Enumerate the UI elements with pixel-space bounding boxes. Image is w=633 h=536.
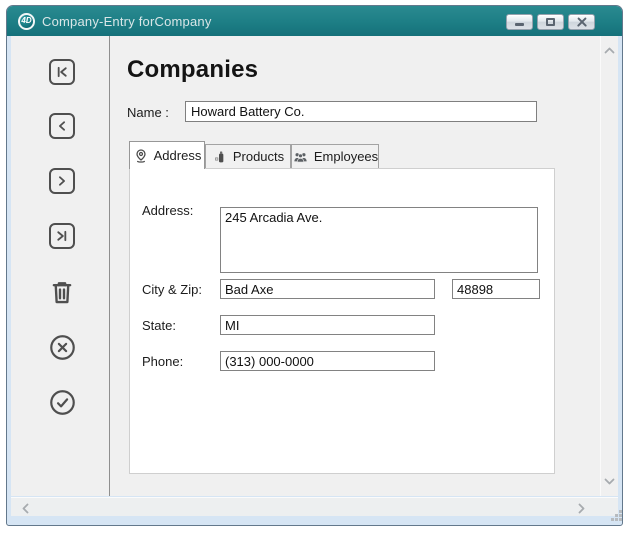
tab-employees-label: Employees <box>314 149 378 164</box>
cancel-cross-icon <box>48 333 77 362</box>
scroll-left-button[interactable] <box>21 502 30 517</box>
window-controls <box>506 14 595 30</box>
address-tab-panel: Address: 245 Arcadia Ave. City & Zip: St… <box>129 168 555 474</box>
close-icon <box>576 17 588 27</box>
city-input[interactable] <box>220 279 435 299</box>
city-zip-label: City & Zip: <box>142 282 202 297</box>
minimize-button[interactable] <box>506 14 533 30</box>
page-title: Companies <box>127 56 258 84</box>
zip-input[interactable] <box>452 279 540 299</box>
minimize-icon <box>515 23 524 26</box>
products-icon <box>212 149 228 165</box>
tab-address-label: Address <box>154 148 202 163</box>
chevron-up-icon <box>604 46 615 55</box>
accept-button[interactable] <box>47 387 77 417</box>
chevron-right-icon <box>577 503 586 514</box>
last-record-icon <box>52 226 72 246</box>
resize-grip[interactable] <box>611 510 614 513</box>
close-button[interactable] <box>568 14 595 30</box>
state-input[interactable] <box>220 315 435 335</box>
trash-icon <box>47 277 77 307</box>
name-input[interactable] <box>185 101 537 122</box>
tab-products[interactable]: Products <box>205 144 291 169</box>
next-record-icon <box>52 171 72 191</box>
delete-record-button[interactable] <box>46 276 78 308</box>
titlebar[interactable]: 4D Company-Entry forCompany <box>7 6 622 36</box>
app-window: 4D Company-Entry forCompany <box>6 5 623 526</box>
last-record-button[interactable] <box>49 223 75 249</box>
company-form: Companies Name : Address <box>111 36 600 496</box>
scroll-down-button[interactable] <box>604 474 615 489</box>
phone-input[interactable] <box>220 351 435 371</box>
cancel-button[interactable] <box>47 332 77 362</box>
maximize-icon <box>546 18 555 26</box>
scroll-right-button[interactable] <box>577 502 586 517</box>
state-label: State: <box>142 318 176 333</box>
tab-products-label: Products <box>233 149 284 164</box>
vertical-scrollbar[interactable] <box>600 36 618 496</box>
scroll-up-button[interactable] <box>604 43 615 58</box>
record-toolbar <box>11 36 110 496</box>
address-label: Address: <box>142 203 193 218</box>
4d-logo-icon: 4D <box>18 13 35 30</box>
employees-icon <box>292 149 309 165</box>
chevron-down-icon <box>604 477 615 486</box>
maximize-button[interactable] <box>537 14 564 30</box>
next-record-button[interactable] <box>49 168 75 194</box>
window-title: Company-Entry forCompany <box>42 14 212 29</box>
name-label: Name : <box>127 105 185 120</box>
first-record-button[interactable] <box>49 59 75 85</box>
accept-check-icon <box>48 388 77 417</box>
client-area: Companies Name : Address <box>11 36 618 496</box>
tab-address[interactable]: Address <box>129 141 205 169</box>
tab-employees[interactable]: Employees <box>291 144 379 169</box>
chevron-left-icon <box>21 503 30 514</box>
address-textarea[interactable]: 245 Arcadia Ave. <box>220 207 538 273</box>
previous-record-button[interactable] <box>49 113 75 139</box>
map-pin-icon <box>133 148 149 164</box>
horizontal-scrollbar[interactable] <box>11 497 618 516</box>
phone-label: Phone: <box>142 354 183 369</box>
previous-record-icon <box>52 116 72 136</box>
first-record-icon <box>52 62 72 82</box>
